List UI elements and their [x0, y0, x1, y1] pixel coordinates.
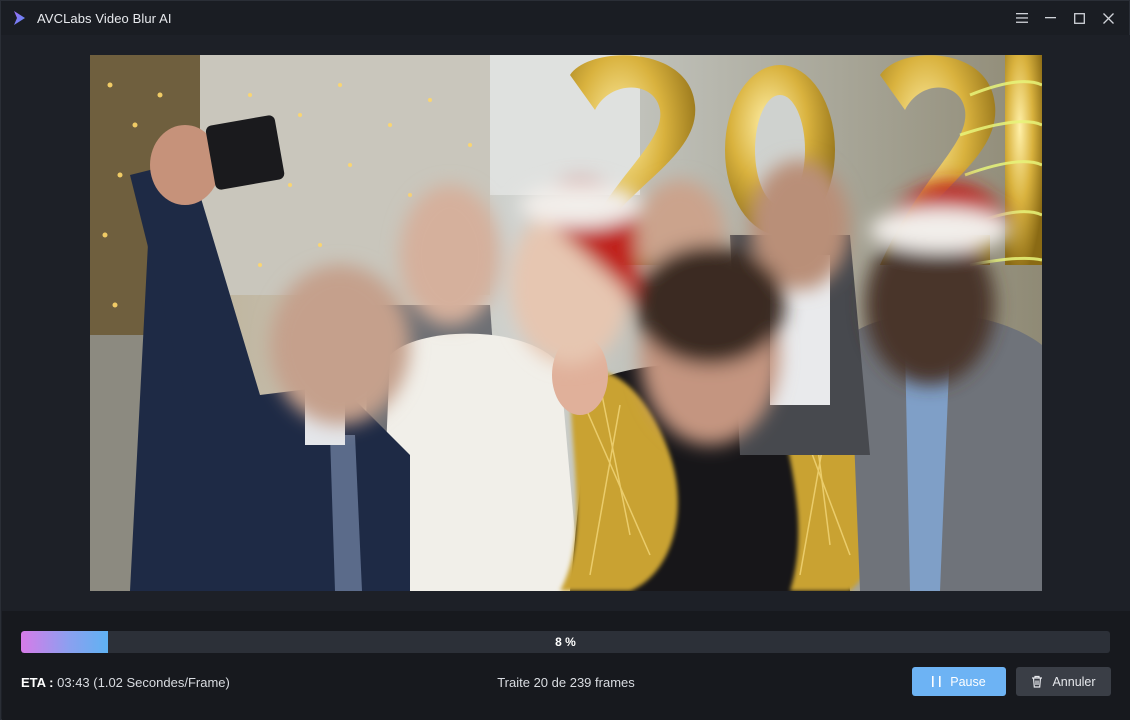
pause-icon	[932, 676, 941, 687]
preview-area	[2, 35, 1130, 611]
pause-label: Pause	[950, 674, 986, 689]
window-controls	[1007, 1, 1123, 35]
close-icon[interactable]	[1094, 1, 1123, 35]
pause-button[interactable]: Pause	[912, 667, 1006, 696]
progress-percent: 8 %	[555, 635, 576, 649]
app-title: AVCLabs Video Blur AI	[37, 10, 172, 26]
title-bar: AVCLabs Video Blur AI	[1, 1, 1129, 35]
avclabs-logo-icon	[11, 10, 27, 26]
video-preview	[90, 55, 1042, 591]
menu-icon[interactable]	[1007, 1, 1036, 35]
app-window: AVCLabs Video Blur AI 8 % ETA: 03:43 (1…	[0, 0, 1130, 720]
cancel-label: Annuler	[1052, 674, 1096, 689]
progress-bar: 8 %	[21, 631, 1110, 653]
maximize-icon[interactable]	[1065, 1, 1094, 35]
progress-panel: 8 % ETA : 03:43 (1.02 Secondes/Frame) Tr…	[2, 611, 1130, 720]
cancel-button[interactable]: Annuler	[1016, 667, 1111, 696]
minimize-icon[interactable]	[1036, 1, 1065, 35]
trash-icon	[1031, 675, 1043, 688]
video-frame-image	[90, 55, 1042, 591]
